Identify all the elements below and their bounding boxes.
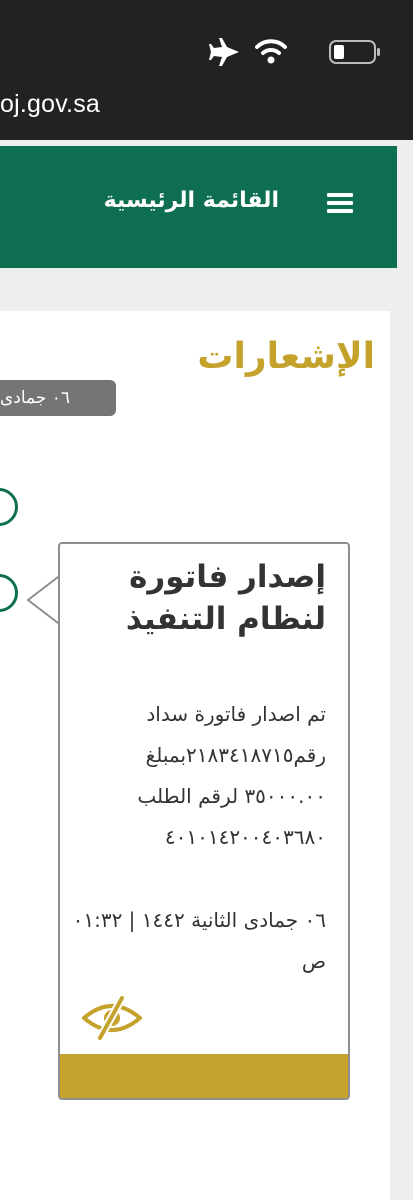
- hamburger-menu-icon[interactable]: [327, 192, 353, 214]
- notification-timestamp: ٠٦ جمادى الثانية ١٤٤٢ | ٠١:٣٢ ص: [72, 908, 326, 973]
- main-menu-label[interactable]: القائمة الرئيسية: [104, 188, 279, 213]
- date-group-badge: ٠٦ جمادى: [0, 380, 116, 416]
- eye-slash-icon[interactable]: [82, 996, 142, 1040]
- notification-title: إصدار فاتورة لنظام التنفيذ: [125, 559, 326, 637]
- url-address-bar[interactable]: oj.gov.sa: [0, 90, 100, 119]
- wifi-icon: [255, 39, 287, 64]
- main-menu-header: القائمة الرئيسية: [0, 146, 397, 268]
- card-footer-bar: [60, 1054, 348, 1098]
- battery-icon: [329, 40, 380, 64]
- airplane-icon: [209, 38, 239, 66]
- notification-card[interactable]: إصدار فاتورة لنظام التنفيذ تم اصدار فاتو…: [58, 542, 350, 1100]
- page-title: الإشعارات: [197, 336, 375, 377]
- browser-status-bar: oj.gov.sa: [0, 0, 413, 140]
- notification-body: تم اصدار فاتورة سداد رقم٢١٨٣٤١٨٧١٥بمبلغ …: [137, 702, 326, 849]
